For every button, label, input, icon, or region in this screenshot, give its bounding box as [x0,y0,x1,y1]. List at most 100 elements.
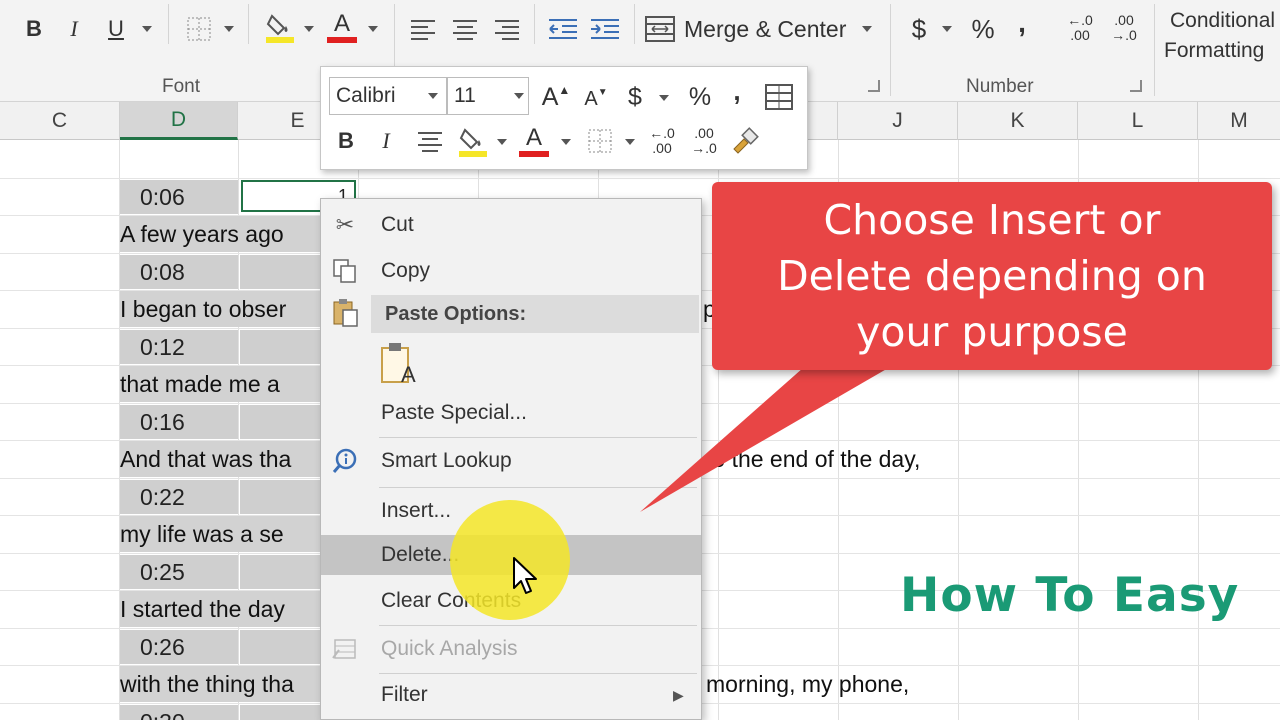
menu-item-label: Cut [381,213,414,236]
alignment-dialog-launcher[interactable] [868,80,880,92]
mini-align-center-button[interactable] [413,123,447,159]
merge-center-dropdown-icon[interactable] [862,26,872,32]
mini-italic-button[interactable]: I [371,123,401,159]
fill-color-dropdown-icon[interactable] [304,26,314,32]
mini-decrease-decimal-button[interactable]: .00 →.0 [685,123,723,159]
text-cell[interactable]: with the thing tha [120,666,320,702]
mini-increase-decimal-button[interactable]: ←.0 .00 [643,123,681,159]
decrease-indent-icon [549,19,577,39]
format-painter-button[interactable] [727,123,763,159]
comma-style-button[interactable]: , [1010,4,1034,42]
mini-currency-button[interactable]: $ [619,79,651,115]
font-color-glyph: A [525,124,542,151]
paste-clipboard-icon [329,297,361,329]
font-name-dropdown-icon[interactable] [428,93,438,99]
align-center-button[interactable] [448,12,482,46]
column-header-k[interactable]: K [958,102,1078,140]
mini-toolbar: Calibri 11 A ▲ A ▼ $ % , B I A ←.0 .00 .00… [320,66,808,170]
mini-font-color-dropdown-icon[interactable] [561,139,571,145]
borders-dropdown-icon[interactable] [224,26,234,32]
ribbon-separator [634,4,635,44]
decrease-decimal-button[interactable]: .00 →.0 [1104,10,1144,46]
merge-center-button[interactable]: Merge & Center [644,10,854,48]
time-cell[interactable]: 0:30 [120,705,238,720]
increase-indent-button[interactable] [588,12,622,46]
font-color-dropdown-icon[interactable] [368,26,378,32]
menu-item-smart-lookup[interactable]: Smart Lookup [321,441,701,481]
scissors-icon: ✂ [335,212,355,237]
grow-font-glyph: A [541,82,559,111]
text-overflow: to the end of the day, [706,445,921,472]
column-header-j[interactable]: J [838,102,958,140]
mini-fill-dropdown-icon[interactable] [497,139,507,145]
number-dialog-launcher[interactable] [1130,80,1142,92]
text-cell[interactable]: my life was a se [120,516,320,552]
percent-button[interactable]: % [964,10,1002,48]
align-left-button[interactable] [406,12,440,46]
mini-borders-button[interactable] [583,123,617,159]
text-cell[interactable]: And that was tha [120,441,320,477]
increase-decimal-button[interactable]: ←.0 .00 [1060,10,1100,46]
font-color-glyph: A [333,10,350,37]
mini-bold-button[interactable]: B [331,123,361,159]
align-right-icon [495,20,519,40]
fill-bucket-icon [266,14,294,43]
time-cell[interactable]: 0:25 [120,555,238,589]
currency-dropdown-icon[interactable] [942,26,952,32]
menu-item-label: Filter [381,683,428,706]
mini-borders-dropdown-icon[interactable] [625,139,635,145]
column-header-c[interactable]: C [0,102,120,140]
column-header-m[interactable]: M [1198,102,1280,140]
time-cell[interactable]: 0:26 [120,630,238,664]
paste-values-icon[interactable]: A [377,339,421,387]
decrease-decimal-top: .00 [694,125,714,141]
table-format-icon [765,84,793,110]
time-cell[interactable]: 0:22 [120,480,238,514]
column-header-d[interactable]: D [120,102,238,140]
borders-icon [588,129,612,153]
font-size-dropdown-icon[interactable] [514,93,524,99]
menu-item-copy[interactable]: Copy [321,251,701,291]
text-cell[interactable]: I began to obser [120,291,320,327]
paste-options-header: Paste Options: [371,295,699,333]
shrink-font-button[interactable]: A ▼ [579,81,613,117]
text-cell[interactable]: I started the day [120,591,320,627]
font-size-combo[interactable]: 11 [447,77,529,115]
mini-percent-button[interactable]: % [681,79,719,115]
format-table-button[interactable] [761,79,797,115]
currency-button[interactable]: $ [902,10,936,48]
time-cell[interactable]: 0:12 [120,330,238,364]
underline-button[interactable]: U [100,12,132,46]
grow-font-button[interactable]: A ▲ [539,79,573,115]
text-cell[interactable]: that made me a [120,366,320,402]
conditional-formatting-button[interactable]: Conditional Formatting [1164,6,1280,66]
mini-comma-button[interactable]: , [725,73,749,109]
bold-button[interactable]: B [18,12,50,46]
number-group-label: Number [966,76,1034,97]
borders-button[interactable] [182,12,216,46]
menu-item-paste-special[interactable]: Paste Special... [321,393,701,433]
decrease-indent-button[interactable] [546,12,580,46]
time-cell[interactable]: 0:08 [120,255,238,289]
font-name-combo[interactable]: Calibri [329,77,447,115]
ribbon-separator [248,4,249,44]
watermark: How To Easy [900,568,1240,623]
text-cell[interactable]: A few years ago [120,216,320,252]
mini-font-color-button[interactable]: A [517,121,551,161]
fill-color-button[interactable] [262,8,298,46]
callout-box: Choose Insert or Delete depending on you… [712,182,1272,370]
menu-item-cut[interactable]: ✂ Cut [321,205,701,245]
mini-currency-dropdown-icon[interactable] [659,95,669,101]
column-header-l[interactable]: L [1078,102,1198,140]
time-cell[interactable]: 0:06 [120,180,238,214]
underline-dropdown-icon[interactable] [142,26,152,32]
time-cell[interactable]: 0:16 [120,405,238,439]
borders-icon [187,17,211,41]
mouse-pointer-icon [513,557,537,594]
font-color-button[interactable]: A [324,8,360,46]
mini-fill-color-button[interactable] [455,121,491,161]
format-painter-icon [733,127,759,154]
align-right-button[interactable] [490,12,524,46]
italic-button[interactable]: I [58,12,90,46]
menu-item-filter[interactable]: Filter ▶ [321,675,701,715]
